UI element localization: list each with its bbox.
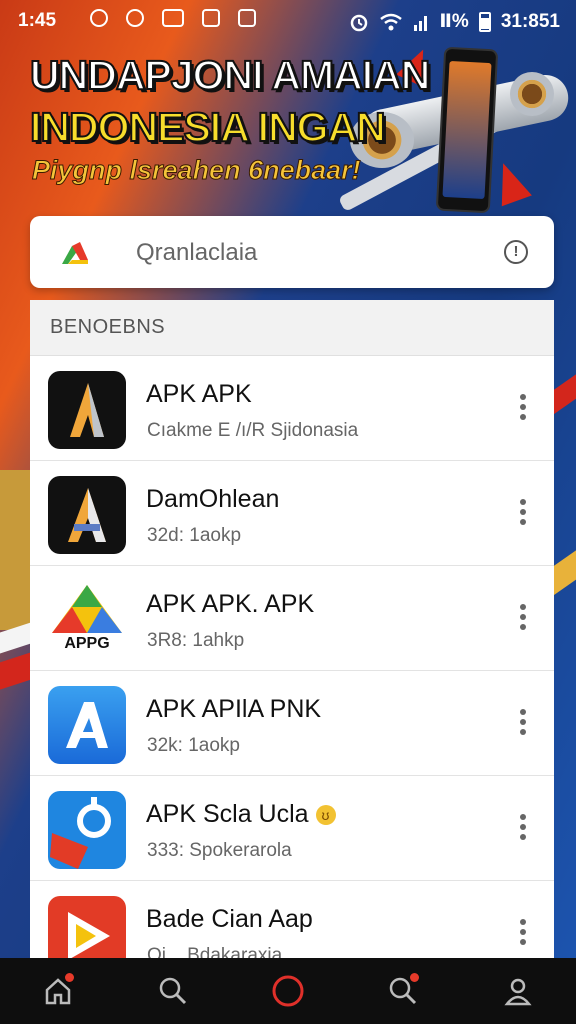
wifi-icon — [380, 13, 403, 30]
app-subtitle: Cıakme E /ı/R Sjidonasia — [147, 420, 359, 441]
app-store-icon — [48, 686, 126, 764]
app-subtitle: 32d: 1aokp — [147, 525, 242, 546]
notification-icon — [238, 9, 256, 27]
nav-search[interactable] — [143, 961, 203, 1021]
status-bar: 1:45 Ⅱ% 31:851 — [0, 0, 576, 42]
app-title-text: APK Scla Ucla — [146, 800, 309, 828]
record-icon — [272, 975, 304, 1007]
play-icon — [48, 896, 126, 958]
battery-percent: Ⅱ% — [439, 11, 469, 32]
a-logo-dark-icon — [48, 371, 126, 449]
app-list-item[interactable]: APK APIlA PNK 32k: 1aokp — [30, 671, 554, 776]
notification-icon — [90, 9, 108, 27]
notification-icon — [126, 9, 144, 27]
phone-screen — [442, 60, 492, 200]
a-logo-dark-icon — [48, 476, 126, 554]
appg-logo-icon: APPG — [48, 581, 126, 659]
app-title: DamOhlean — [146, 485, 280, 513]
status-clock: 31:851 — [500, 10, 560, 32]
search-bar[interactable]: ! — [30, 216, 554, 288]
nav-profile[interactable] — [488, 961, 548, 1021]
notification-dot — [64, 973, 74, 982]
status-notification-icons — [90, 9, 256, 27]
bottom-navigation — [0, 958, 576, 1024]
blue-camera-icon — [48, 791, 126, 869]
airplane-engine — [510, 72, 554, 116]
search-icon — [159, 977, 186, 1005]
app-list-item[interactable]: APK Scla Ucla ʊ 333: Spokerarola — [30, 776, 554, 881]
nav-home[interactable] — [28, 961, 88, 1021]
notification-icon — [162, 9, 184, 27]
more-options-icon[interactable] — [512, 919, 534, 949]
banner-headline-2: INDONESIA INGAN — [29, 103, 387, 151]
info-icon[interactable]: ! — [504, 240, 528, 264]
more-options-icon[interactable] — [512, 394, 534, 424]
app-title: APK Scla Ucla ʊ — [146, 800, 336, 829]
more-options-icon[interactable] — [512, 604, 534, 634]
notification-icon — [202, 9, 220, 27]
status-right: Ⅱ% 31:851 — [349, 10, 560, 33]
banner-tagline: Piygnp lsreahen 6nebaar! — [32, 155, 362, 186]
emoji-badge: ʊ — [315, 805, 336, 826]
app-list-item[interactable]: DamOhlean 32d: 1aokp — [30, 461, 554, 566]
app-subtitle: 333: Spokerarola — [147, 840, 292, 861]
nav-record[interactable] — [258, 961, 318, 1021]
app-title: Bade Cian Aap — [146, 905, 313, 933]
more-options-icon[interactable] — [512, 499, 534, 529]
nav-notifications[interactable] — [373, 961, 433, 1021]
search-input[interactable] — [134, 232, 488, 274]
alarm-icon — [351, 14, 368, 31]
section-header: BENOEBNS — [30, 300, 554, 356]
more-options-icon[interactable] — [512, 709, 534, 739]
app-title: APK APIlA PNK — [146, 695, 322, 723]
app-subtitle: 32k: 1aokp — [147, 735, 240, 756]
appg-logo-text: APPG — [64, 635, 110, 652]
more-options-icon[interactable] — [512, 814, 534, 844]
banner-headline: UNDAPJONI AMAIAN — [29, 51, 431, 99]
app-title: APK APK — [146, 380, 252, 408]
signal-icon — [414, 15, 428, 31]
app-list-panel: BENOEBNS APK APK Cıakme E /ı/R Sjidonasi… — [30, 300, 554, 958]
phone-illustration — [435, 46, 499, 214]
app-list-item[interactable]: Bade Cian Aap Oi... Bdakaraxia — [30, 881, 554, 958]
app-subtitle: 3R8: 1ahkp — [147, 630, 245, 651]
app-list-item[interactable]: APPG APK APK. APK 3R8: 1ahkp — [30, 566, 554, 671]
store-logo-icon — [62, 242, 88, 264]
app-list-item[interactable]: APK APK Cıakme E /ı/R Sjidonasia — [30, 356, 554, 461]
profile-icon — [504, 978, 532, 1006]
app-subtitle: Oi... Bdakaraxia — [147, 945, 283, 958]
app-title: APK APK. APK — [146, 590, 315, 618]
status-time: 1:45 — [18, 10, 57, 31]
battery-icon — [478, 11, 491, 32]
